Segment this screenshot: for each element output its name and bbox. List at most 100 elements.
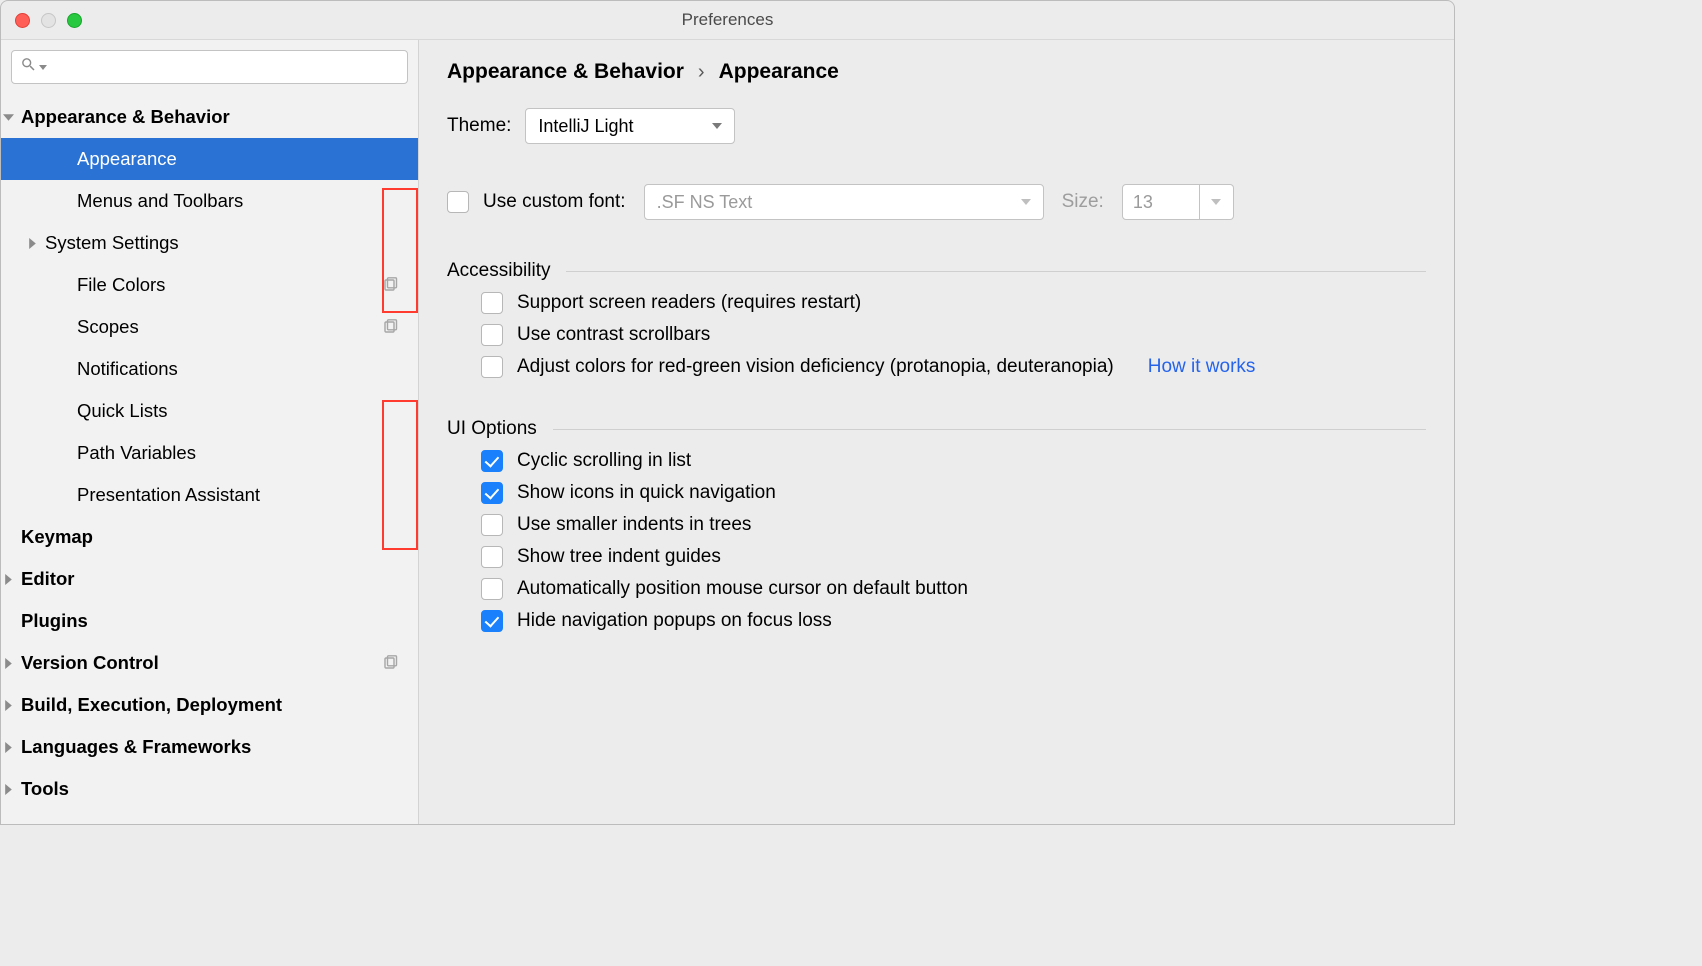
tree-item-label: Appearance (77, 148, 177, 170)
tree-item[interactable]: Build, Execution, Deployment (1, 684, 418, 726)
tree-item-label: System Settings (45, 232, 179, 254)
checkbox-label: Hide navigation popups on focus loss (517, 610, 832, 632)
tree-item-label: File Colors (77, 274, 165, 296)
tree-item[interactable]: Presentation Assistant (1, 474, 418, 516)
tree-item-label: Tools (21, 778, 69, 800)
chevron-right-icon[interactable] (1, 656, 15, 670)
chevron-right-icon[interactable] (1, 740, 15, 754)
window-body: Appearance & Behavior Appearance Menus and… (1, 39, 1454, 824)
checkbox-option[interactable]: Show tree indent guides (481, 546, 1426, 568)
chevron-right-icon[interactable] (1, 782, 15, 796)
tree-item-label: Plugins (21, 610, 88, 632)
tree-item[interactable]: Scopes (1, 306, 418, 348)
tree-item[interactable]: Keymap (1, 516, 418, 558)
checkbox-label: Show icons in quick navigation (517, 482, 776, 504)
chevron-down-icon (712, 123, 722, 129)
chevron-right-icon[interactable] (1, 572, 15, 586)
custom-font-toggle[interactable]: Use custom font: (447, 191, 626, 213)
settings-tree: Appearance & Behavior Appearance Menus and… (1, 90, 418, 824)
tree-item[interactable]: Editor (1, 558, 418, 600)
tree-item[interactable]: File Colors (1, 264, 418, 306)
font-size-dropdown[interactable] (1200, 184, 1234, 220)
chevron-right-icon[interactable] (25, 236, 39, 250)
theme-select[interactable]: IntelliJ Light (525, 108, 735, 144)
sidebar: Appearance & Behavior Appearance Menus and… (1, 40, 419, 824)
checkbox-label: Show tree indent guides (517, 546, 721, 568)
theme-value: IntelliJ Light (538, 116, 633, 137)
breadcrumb-separator-icon: › (698, 61, 705, 84)
checkbox-label: Cyclic scrolling in list (517, 450, 691, 472)
tree-item-label: Scopes (77, 316, 139, 338)
checkbox[interactable] (481, 610, 503, 632)
checkbox[interactable] (481, 578, 503, 600)
window-title: Preferences (1, 10, 1454, 30)
tree-item-label: Languages & Frameworks (21, 736, 251, 758)
checkbox[interactable] (481, 356, 503, 378)
checkbox-option[interactable]: Cyclic scrolling in list (481, 450, 1426, 472)
accessibility-section: Accessibility Support screen readers (re… (447, 260, 1426, 378)
chevron-down-icon[interactable] (1, 110, 15, 124)
custom-font-row: Use custom font: .SF NS Text Size: 13 (447, 184, 1426, 220)
tree-item[interactable]: Appearance & Behavior (1, 96, 418, 138)
checkbox-label: Adjust colors for red-green vision defic… (517, 356, 1114, 378)
breadcrumb-current: Appearance (719, 60, 839, 84)
checkbox-option[interactable]: Use contrast scrollbars (481, 324, 1426, 346)
search-input[interactable] (11, 50, 408, 84)
font-size-label: Size: (1062, 191, 1104, 213)
tree-item[interactable]: Version Control (1, 642, 418, 684)
checkbox[interactable] (481, 324, 503, 346)
tree-item-label: Editor (21, 568, 74, 590)
tree-item[interactable]: Notifications (1, 348, 418, 390)
checkbox-option[interactable]: Hide navigation popups on focus loss (481, 610, 1426, 632)
checkbox-option[interactable]: Use smaller indents in trees (481, 514, 1426, 536)
chevron-down-icon (1211, 199, 1221, 205)
theme-label: Theme: (447, 115, 511, 137)
tree-item-label: Path Variables (77, 442, 196, 464)
checkbox[interactable] (481, 546, 503, 568)
theme-row: Theme: IntelliJ Light (447, 108, 1426, 144)
tree-item-label: Version Control (21, 652, 159, 674)
tree-item-label: Build, Execution, Deployment (21, 694, 282, 716)
checkbox[interactable] (481, 514, 503, 536)
how-it-works-link[interactable]: How it works (1148, 356, 1256, 378)
tree-item-label: Quick Lists (77, 400, 167, 422)
breadcrumb-parent[interactable]: Appearance & Behavior (447, 60, 684, 84)
divider (553, 429, 1426, 430)
checkbox-option[interactable]: Show icons in quick navigation (481, 482, 1426, 504)
tree-item[interactable]: Appearance (1, 138, 418, 180)
checkbox-label: Use contrast scrollbars (517, 324, 710, 346)
checkbox[interactable] (481, 482, 503, 504)
project-scope-icon (382, 319, 398, 335)
ui-options-section: UI Options Cyclic scrolling in list Show … (447, 418, 1426, 632)
custom-font-select[interactable]: .SF NS Text (644, 184, 1044, 220)
search-dropdown-icon (39, 65, 47, 70)
tree-item[interactable]: System Settings (1, 222, 418, 264)
tree-item[interactable]: Languages & Frameworks (1, 726, 418, 768)
tree-item[interactable]: Path Variables (1, 432, 418, 474)
project-scope-icon (382, 655, 398, 671)
section-header: UI Options (447, 418, 1426, 440)
custom-font-checkbox[interactable] (447, 191, 469, 213)
search-icon (20, 56, 37, 78)
divider (566, 271, 1426, 272)
custom-font-label: Use custom font: (483, 191, 626, 213)
breadcrumb: Appearance & Behavior › Appearance (447, 60, 1426, 84)
checkbox[interactable] (481, 450, 503, 472)
tree-item[interactable]: Tools (1, 768, 418, 810)
titlebar: Preferences (1, 1, 1454, 39)
checkbox-option[interactable]: Support screen readers (requires restart… (481, 292, 1426, 314)
font-size-value[interactable]: 13 (1122, 184, 1200, 220)
checkbox-option[interactable]: Adjust colors for red-green vision defic… (481, 356, 1426, 378)
tree-item[interactable]: Quick Lists (1, 390, 418, 432)
section-header: Accessibility (447, 260, 1426, 282)
tree-item[interactable]: Plugins (1, 600, 418, 642)
checkbox[interactable] (481, 292, 503, 314)
tree-item-label: Menus and Toolbars (77, 190, 243, 212)
content-pane: Appearance & Behavior › Appearance Theme… (419, 40, 1454, 824)
checkbox-option[interactable]: Automatically position mouse cursor on d… (481, 578, 1426, 600)
custom-font-value: .SF NS Text (657, 192, 753, 213)
tree-item[interactable]: Menus and Toolbars (1, 180, 418, 222)
chevron-right-icon[interactable] (1, 698, 15, 712)
font-size-stepper[interactable]: 13 (1122, 184, 1234, 220)
checkbox-label: Automatically position mouse cursor on d… (517, 578, 968, 600)
